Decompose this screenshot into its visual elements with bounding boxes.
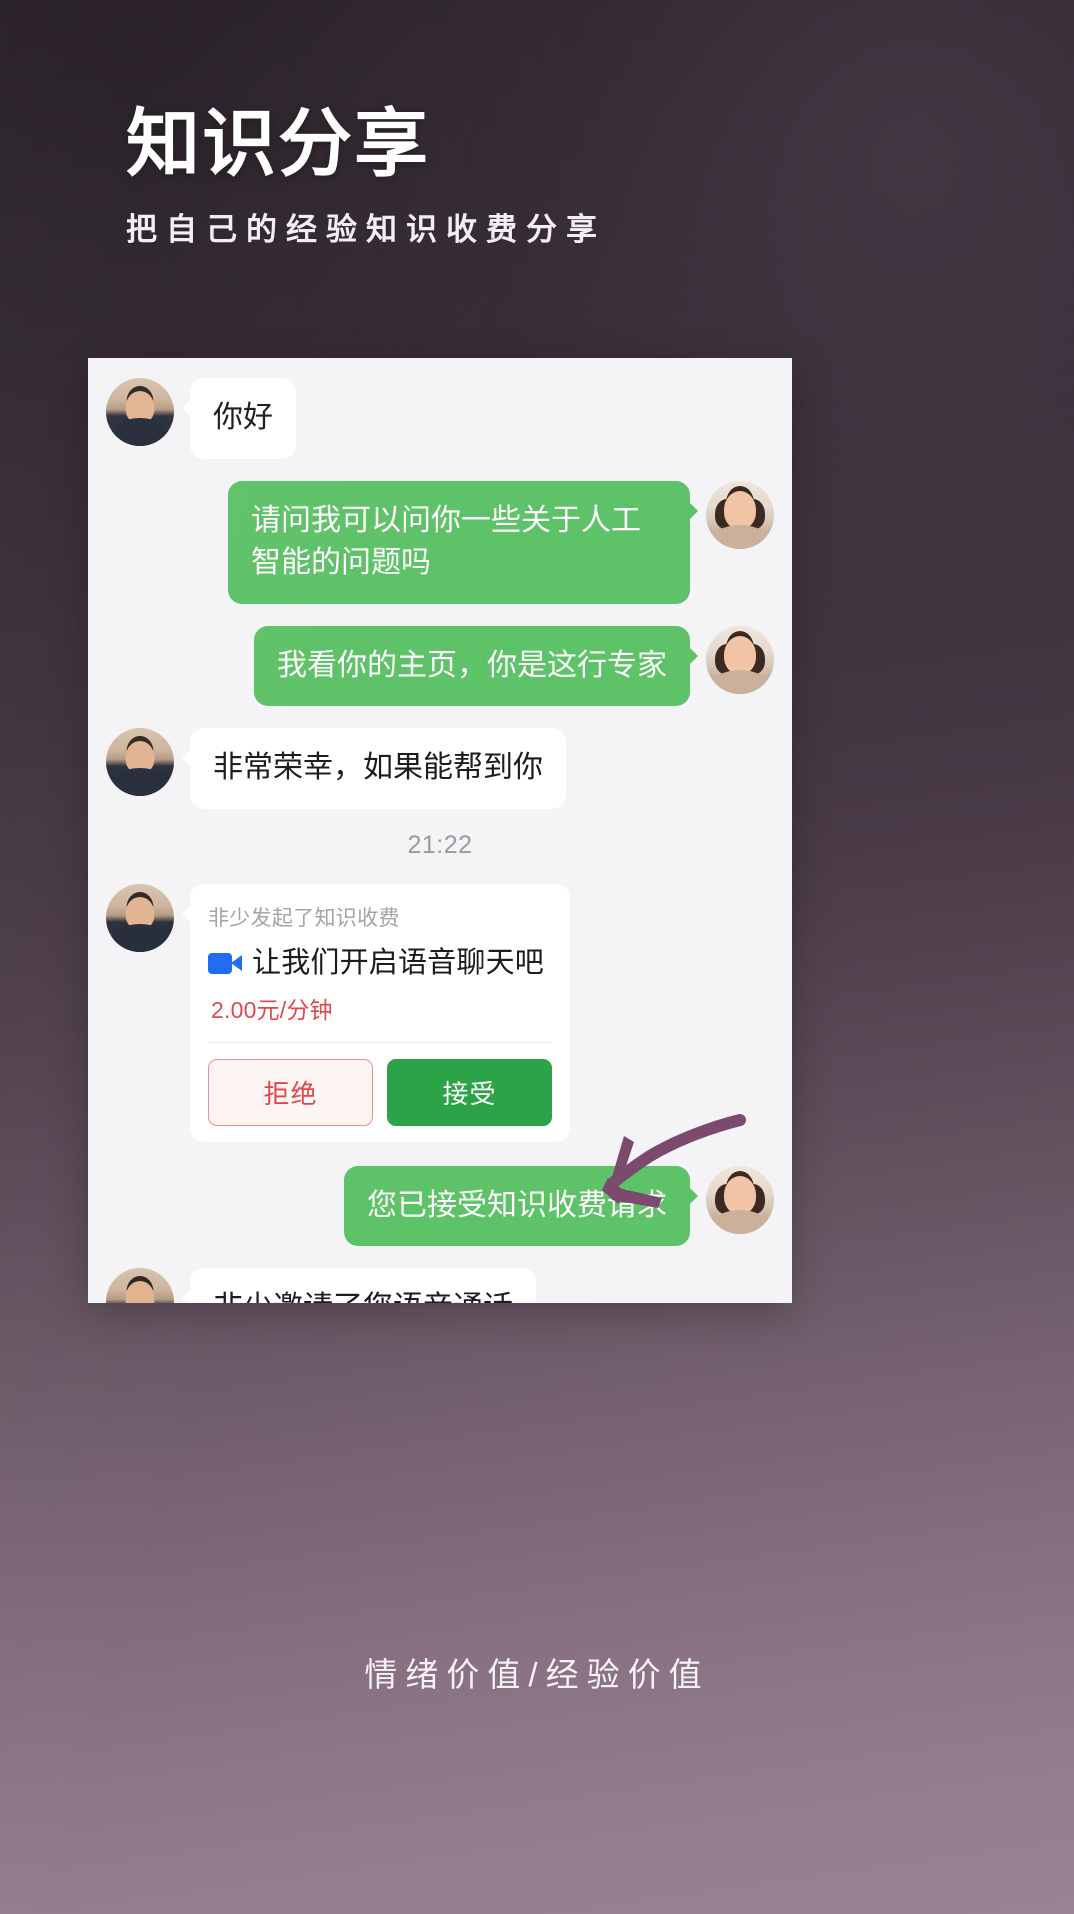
male-avatar[interactable] [106,728,174,797]
message-bubble-outgoing[interactable]: 请问我可以问你一些关于人工智能的问题吗 [228,480,698,604]
female-avatar[interactable] [706,480,774,549]
chat-message-row: 请问我可以问你一些关于人工智能的问题吗 [106,480,774,604]
footer-caption: 情绪价值/经验价值 [364,1656,710,1693]
video-camera-icon [208,952,242,974]
poster-background: 知识分享 把自己的经验知识收费分享 你好 请问我可以问你一些关于人工智能的问题吗… [0,0,1074,1914]
chat-message-row: 您已接受知识收费请求 [106,1165,774,1247]
chat-panel: 你好 请问我可以问你一些关于人工智能的问题吗 我看你的主页，你是这行专家 非常荣… [88,358,792,1303]
male-avatar[interactable] [106,883,174,952]
message-bubble-incoming[interactable]: 非常荣幸，如果能帮到你 [182,728,566,809]
male-avatar[interactable] [106,378,174,446]
paid-call-actions: 拒绝 接受 [208,1058,552,1126]
page-subtitle: 把自己的经验知识收费分享 [126,211,606,247]
page-title: 知识分享 [126,102,430,185]
chat-message-row: 非少邀请了您语音通话 [106,1268,774,1303]
paid-call-price: 2.00元/分钟 [211,996,333,1023]
message-bubble-incoming[interactable]: 你好 [182,378,296,459]
chat-timestamp: 21:22 [407,830,473,859]
chat-message-row: 你好 [106,378,774,459]
header: 知识分享 把自己的经验知识收费分享 [126,104,926,250]
message-bubble-incoming[interactable]: 非少邀请了您语音通话 [182,1268,536,1303]
paid-call-card[interactable]: 非少发起了知识收费 让我们开启语音聊天吧 2.00元/分钟 拒绝 接受 [182,883,570,1142]
female-avatar[interactable] [706,625,774,694]
paid-call-main: 让我们开启语音聊天吧 [208,946,552,981]
chat-message-list[interactable]: 你好 请问我可以问你一些关于人工智能的问题吗 我看你的主页，你是这行专家 非常荣… [88,358,792,1303]
female-avatar[interactable] [706,1165,774,1234]
chat-message-row: 我看你的主页，你是这行专家 [106,625,774,707]
accept-button[interactable]: 接受 [387,1058,552,1126]
reject-button[interactable]: 拒绝 [208,1058,373,1126]
male-avatar[interactable] [106,1268,174,1303]
paid-call-title: 让我们开启语音聊天吧 [252,946,545,979]
message-bubble-outgoing[interactable]: 我看你的主页，你是这行专家 [254,625,698,707]
chat-message-row: 非常荣幸，如果能帮到你 [106,728,774,809]
card-divider [208,1041,552,1043]
chat-message-row: 非少发起了知识收费 让我们开启语音聊天吧 2.00元/分钟 拒绝 接受 [106,883,774,1142]
message-bubble-outgoing[interactable]: 您已接受知识收费请求 [344,1165,698,1247]
paid-call-kicker: 非少发起了知识收费 [208,906,400,930]
